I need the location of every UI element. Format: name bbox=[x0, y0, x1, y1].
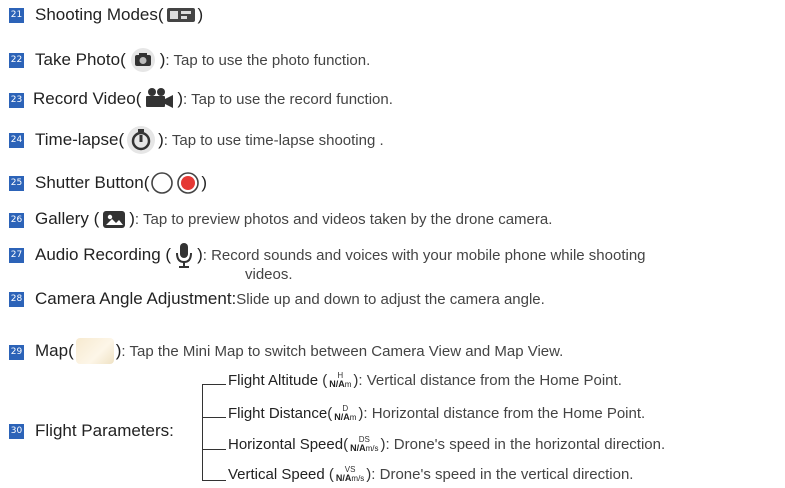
param-name: Horizontal Speed bbox=[228, 436, 344, 453]
param-description: : Vertical distance from the Home Point. bbox=[358, 372, 622, 389]
bracket-tick bbox=[202, 449, 226, 450]
item-description: : Tap to use the record function. bbox=[183, 90, 393, 108]
item-flight-parameters: Flight Parameters: bbox=[35, 421, 174, 441]
shutter-ring-icon bbox=[150, 171, 174, 195]
item-audio-recording: Audio Recording ( ) : Record sounds and … bbox=[35, 241, 646, 269]
param-description: : Horizontal distance from the Home Poin… bbox=[363, 405, 646, 422]
item-number-badge: 23 bbox=[9, 93, 24, 108]
item-map: Map ( ) : Tap the Mini Map to switch bet… bbox=[35, 338, 563, 364]
param-indicator-value: N/A bbox=[329, 379, 345, 389]
item-title: Map bbox=[35, 341, 69, 360]
item-description: : Tap the Mini Map to switch between Cam… bbox=[121, 342, 564, 360]
param-name: Flight Altitude bbox=[228, 372, 319, 389]
param-value-indicator: DS N/Am/s bbox=[350, 436, 378, 453]
param-description: : Drone's speed in the horizontal direct… bbox=[385, 436, 666, 453]
param-indicator-unit: m/s bbox=[351, 474, 365, 483]
bracket-tick bbox=[202, 384, 226, 385]
item-number-badge: 21 bbox=[9, 8, 24, 23]
item-time-lapse: Time-lapse ( ) : Tap to use time-lapse s… bbox=[35, 125, 384, 155]
mini-map-thumbnail bbox=[75, 338, 114, 364]
item-number-badge: 30 bbox=[9, 424, 24, 439]
item-description: : Tap to use the photo function. bbox=[165, 51, 371, 69]
item-title: Shutter Button bbox=[35, 173, 144, 192]
param-value-indicator: D N/Am bbox=[334, 405, 356, 422]
param-description: : Drone's speed in the vertical directio… bbox=[371, 466, 634, 483]
param-indicator-unit: m bbox=[349, 413, 357, 422]
item-number-badge: 29 bbox=[9, 345, 24, 360]
item-description: : Record sounds and voices with your mob… bbox=[202, 246, 646, 264]
param-value-indicator: H N/Am bbox=[329, 372, 351, 389]
item-number-badge: 28 bbox=[9, 292, 24, 307]
item-description: : Tap to preview photos and videos taken… bbox=[134, 210, 553, 228]
item-title: Gallery bbox=[35, 209, 89, 228]
microphone-icon bbox=[173, 241, 195, 269]
item-gallery: Gallery ( ) : Tap to preview photos and … bbox=[35, 208, 553, 230]
param-name: Vertical Speed bbox=[228, 466, 325, 483]
param-indicator-unit: m/s bbox=[365, 444, 379, 453]
camera-mode-icon bbox=[166, 5, 196, 25]
param-horizontal-speed: Horizontal Speed ( DS N/Am/s ) : Drone's… bbox=[228, 435, 666, 454]
item-title: Take Photo bbox=[35, 50, 121, 69]
param-name: Flight Distance bbox=[228, 405, 328, 422]
param-flight-distance: Flight Distance ( D N/Am ) : Horizontal … bbox=[228, 404, 646, 423]
param-indicator-unit: m bbox=[344, 380, 352, 389]
param-indicator-value: N/A bbox=[335, 473, 352, 483]
item-title: Camera Angle Adjustment: bbox=[35, 289, 237, 308]
item-title: Time-lapse bbox=[35, 130, 119, 149]
item-title: Audio Recording bbox=[35, 245, 161, 264]
item-number-badge: 25 bbox=[9, 176, 24, 191]
param-flight-altitude: Flight Altitude ( H N/Am ) : Vertical di… bbox=[228, 371, 622, 390]
bracket-line bbox=[202, 384, 203, 480]
item-take-photo: Take Photo ( ) : Tap to use the photo fu… bbox=[35, 47, 370, 73]
video-camera-icon bbox=[143, 86, 175, 112]
item-number-badge: 27 bbox=[9, 248, 24, 263]
item-title: Flight Parameters: bbox=[35, 421, 174, 440]
item-description-continued: videos. bbox=[245, 266, 293, 283]
item-record-video: Record Video ( ) : Tap to use the record… bbox=[33, 86, 393, 112]
param-vertical-speed: Vertical Speed ( VS N/Am/s ) : Drone's s… bbox=[228, 465, 634, 484]
item-description: : Tap to use time-lapse shooting . bbox=[163, 131, 384, 149]
item-shutter-button: Shutter Button ( ) bbox=[35, 171, 207, 195]
param-indicator-value: N/A bbox=[334, 412, 350, 422]
param-indicator-value: N/A bbox=[350, 443, 366, 453]
param-value-indicator: VS N/Am/s bbox=[336, 466, 364, 483]
record-dot-icon bbox=[176, 171, 200, 195]
item-number-badge: 26 bbox=[9, 213, 24, 228]
item-shooting-modes: Shooting Modes ( ) bbox=[35, 5, 204, 25]
item-number-badge: 22 bbox=[9, 53, 24, 68]
item-number-badge: 24 bbox=[9, 133, 24, 148]
timelapse-icon bbox=[126, 125, 156, 155]
image-icon bbox=[101, 208, 127, 230]
item-camera-angle: Camera Angle Adjustment: Slide up and do… bbox=[35, 289, 545, 309]
item-description: Slide up and down to adjust the camera a… bbox=[236, 290, 545, 308]
item-title: Shooting Modes bbox=[35, 5, 158, 24]
item-title: Record Video bbox=[33, 89, 136, 108]
bracket-tick bbox=[202, 480, 226, 481]
bracket-tick bbox=[202, 417, 226, 418]
camera-icon bbox=[128, 47, 158, 73]
